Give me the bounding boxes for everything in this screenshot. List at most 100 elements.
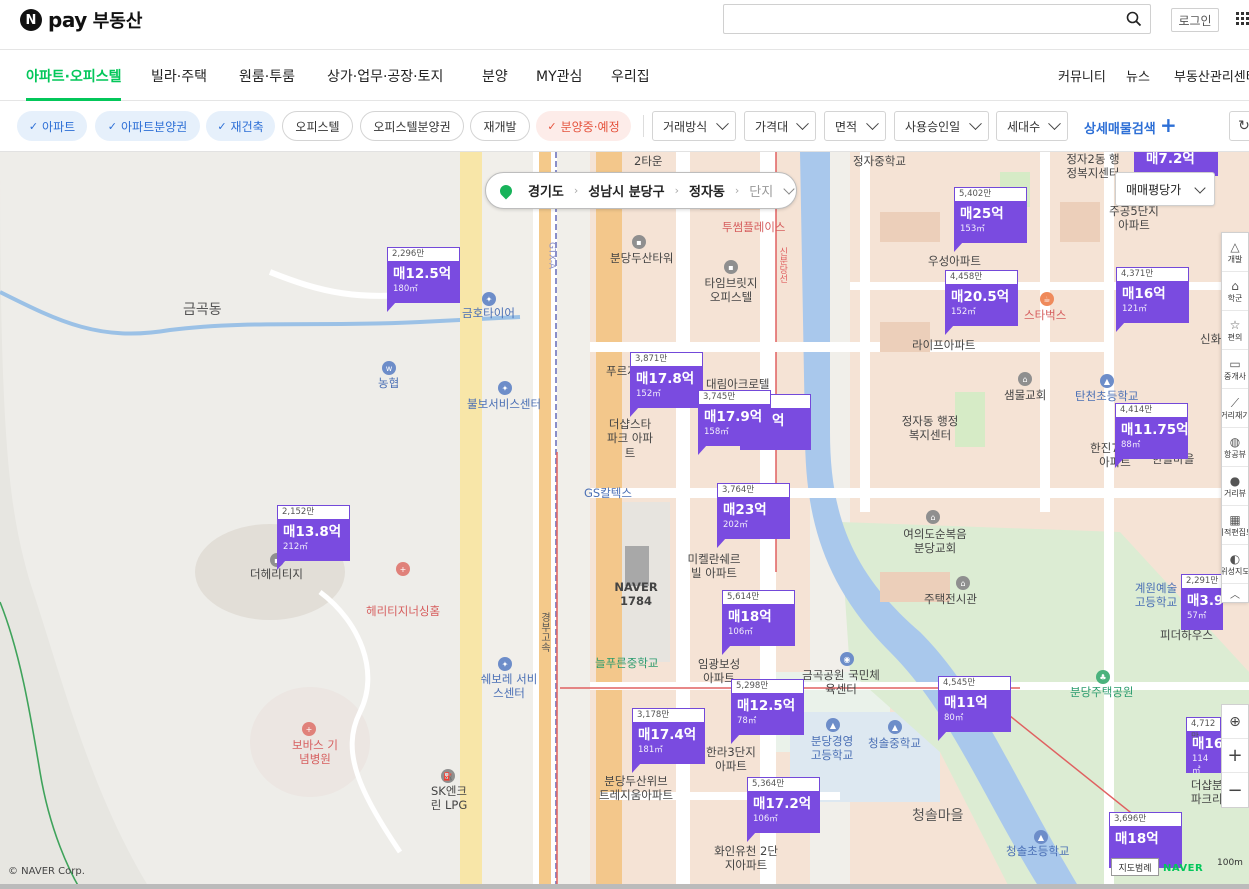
nav-oneroom-tworoom[interactable]: 원룸·투룸 bbox=[239, 66, 295, 86]
chip-presale-ongoing[interactable]: ✓ 분양중·예정 bbox=[536, 111, 631, 141]
price-marker[interactable]: 5,364만 매17.2억 106㎡ bbox=[747, 777, 820, 842]
place-label: 미켈란쉐르빌 아파트 bbox=[687, 552, 741, 581]
horizontal-scrollbar[interactable] bbox=[0, 884, 1249, 889]
price-marker[interactable]: 5,614만 매18억 106㎡ bbox=[722, 590, 795, 655]
search-input[interactable] bbox=[724, 5, 1114, 33]
price-marker[interactable]: 3,871만 매17.8억 152㎡ bbox=[630, 352, 703, 417]
breadcrumb-dong[interactable]: 정자동 bbox=[679, 181, 735, 200]
nav-apartment-officetel[interactable]: 아파트·오피스텔 bbox=[26, 66, 121, 86]
nav-news[interactable]: 뉴스 bbox=[1126, 66, 1150, 85]
nav-my-home[interactable]: 우리집 bbox=[611, 66, 650, 86]
price-marker[interactable]: 4,458만 매20.5억 152㎡ bbox=[945, 270, 1018, 335]
price-marker[interactable]: 4,545만 매11억 80㎡ bbox=[938, 676, 1011, 741]
nav-community[interactable]: 커뮤니티 bbox=[1058, 66, 1106, 85]
marker-unit-price: 4,712만 bbox=[1186, 717, 1221, 742]
price-marker[interactable]: 5,298만 매12.5억 78㎡ bbox=[731, 679, 804, 744]
price-marker[interactable]: 4,712만 매16.25억 114㎡ bbox=[1186, 717, 1221, 773]
wrench-icon[interactable]: ✦ bbox=[498, 657, 512, 671]
chevron-down-icon[interactable] bbox=[783, 182, 795, 195]
chip-apartment[interactable]: ✓ 아파트 bbox=[17, 111, 87, 141]
tool-cadastral[interactable]: ▦지적편집도 bbox=[1222, 506, 1248, 545]
hospital-icon[interactable]: + bbox=[302, 722, 316, 736]
breadcrumb-complex[interactable]: 단지 bbox=[739, 181, 783, 200]
price-marker[interactable]: 3,764만 매23억 202㎡ bbox=[717, 483, 790, 548]
dropdown-household-count[interactable]: 세대수 bbox=[996, 111, 1068, 141]
park-icon[interactable]: ♣ bbox=[1096, 670, 1110, 684]
church-icon[interactable]: ⌂ bbox=[926, 510, 940, 524]
church-icon[interactable]: ⌂ bbox=[1018, 372, 1032, 386]
building-icon[interactable]: ⌂ bbox=[956, 576, 970, 590]
price-marker[interactable]: 4,371만 매16억 121㎡ bbox=[1116, 267, 1189, 332]
tool-convenience[interactable]: ☆ 편의 bbox=[1222, 311, 1248, 350]
main-nav: 아파트·오피스텔 빌라·주택 원룸·투룸 상가·업무·공장·토지 분양 MY관심… bbox=[0, 50, 1249, 101]
map-legend-button[interactable]: 지도범례 bbox=[1111, 858, 1159, 876]
place-label: SK엔크린 LPG bbox=[430, 784, 468, 813]
school-icon[interactable]: ▲ bbox=[888, 720, 902, 734]
tool-distance[interactable]: ⟋거리재기 bbox=[1222, 389, 1248, 428]
nav-presale[interactable]: 분양 bbox=[482, 66, 508, 86]
location-breadcrumb[interactable]: 경기도 › 성남시 분당구 › 정자동 › 단지 bbox=[485, 172, 797, 209]
tool-development[interactable]: △ 개발 bbox=[1222, 233, 1248, 272]
chip-reconstruction[interactable]: ✓ 재건축 bbox=[206, 111, 275, 141]
price-marker[interactable]: 5,402만 매25억 153㎡ bbox=[954, 187, 1027, 252]
marker-tail bbox=[630, 407, 639, 417]
tool-aerial-view[interactable]: ◍ 항공뷰 bbox=[1222, 428, 1248, 467]
price-marker[interactable]: 4,414만 매11.75억 88㎡ bbox=[1115, 403, 1189, 468]
school-icon[interactable]: ▲ bbox=[1034, 830, 1048, 844]
tool-satellite[interactable]: ◐위성지도 bbox=[1222, 545, 1248, 584]
wrench-icon[interactable]: ✦ bbox=[498, 381, 512, 395]
chip-redevelopment[interactable]: 재개발 bbox=[470, 111, 530, 141]
login-button[interactable]: 로그인 bbox=[1171, 8, 1219, 32]
tool-agent[interactable]: ▭ 중개사 bbox=[1222, 350, 1248, 389]
bank-icon[interactable]: w bbox=[382, 361, 396, 375]
price-marker[interactable]: 2,291만 매3.9억 57㎡ bbox=[1181, 574, 1223, 630]
dropdown-area[interactable]: 면적 bbox=[824, 111, 886, 141]
hospital-icon[interactable]: + bbox=[396, 562, 410, 576]
school-icon[interactable]: ▲ bbox=[1100, 374, 1114, 388]
marker-unit-price: 2,296만 bbox=[387, 247, 460, 261]
dropdown-trade-type[interactable]: 거래방식 bbox=[652, 111, 736, 141]
refresh-icon[interactable]: ↻ bbox=[1229, 111, 1249, 141]
nav-commercial-land[interactable]: 상가·업무·공장·토지 bbox=[327, 66, 443, 86]
search-box[interactable] bbox=[723, 4, 1151, 34]
office-icon[interactable]: ▪ bbox=[724, 260, 738, 274]
school-icon[interactable]: ▲ bbox=[826, 718, 840, 732]
gym-icon[interactable]: ◉ bbox=[840, 652, 854, 666]
breadcrumb-province[interactable]: 경기도 bbox=[518, 181, 574, 200]
price-marker[interactable]: 2,152만 매13.8억 212㎡ bbox=[277, 505, 350, 570]
naver-pay-realestate-logo[interactable]: N pay 부동산 bbox=[20, 7, 142, 33]
chip-apartment-presale-right[interactable]: ✓ 아파트분양권 bbox=[95, 111, 200, 141]
marker-price: 매23억 bbox=[723, 502, 767, 518]
chip-officetel[interactable]: 오피스텔 bbox=[282, 111, 353, 141]
dropdown-approval-date[interactable]: 사용승인일 bbox=[894, 111, 989, 141]
marker-unit-price: 2,291만 bbox=[1181, 574, 1223, 588]
search-icon[interactable] bbox=[1126, 11, 1142, 27]
nav-villa-house[interactable]: 빌라·주택 bbox=[151, 66, 207, 86]
price-marker[interactable]: 2,296만 매12.5억 180㎡ bbox=[387, 247, 460, 312]
wrench-icon[interactable]: ✦ bbox=[482, 292, 496, 306]
marker-area: 106㎡ bbox=[728, 627, 753, 637]
tool-school-district[interactable]: ⌂ 학군 bbox=[1222, 272, 1248, 311]
price-marker[interactable]: 3,178만 매17.4억 181㎡ bbox=[632, 708, 705, 773]
nav-management-center[interactable]: 부동산관리센터 bbox=[1174, 66, 1249, 85]
breadcrumb-city[interactable]: 성남시 분당구 bbox=[578, 181, 674, 200]
apps-grid-icon[interactable] bbox=[1236, 12, 1249, 25]
chevron-up-icon[interactable]: ︿ bbox=[1222, 584, 1248, 602]
detail-search-link[interactable]: 상세매물검색 bbox=[1084, 118, 1156, 137]
place-label: 신분당선 bbox=[777, 247, 788, 283]
plus-icon[interactable]: + bbox=[1160, 113, 1177, 137]
dropdown-price-range[interactable]: 가격대 bbox=[744, 111, 816, 141]
zoom-out-button[interactable]: − bbox=[1222, 773, 1248, 807]
cafe-icon[interactable]: ☕ bbox=[1040, 292, 1054, 306]
place-label: 청솔중학교 bbox=[868, 736, 921, 750]
chip-officetel-presale-right[interactable]: 오피스텔분양권 bbox=[360, 111, 464, 141]
zoom-in-button[interactable]: + bbox=[1222, 739, 1248, 773]
price-marker[interactable]: 3,745만 매17.9억 158㎡ bbox=[698, 390, 771, 455]
map-canvas[interactable]: 금곡동 금호타이어 ✦ w 농협 ✦ 불보서비스센터 ▪ 더헤리티지 + 헤리티… bbox=[0, 152, 1249, 889]
current-location-icon[interactable]: ⊕ bbox=[1222, 705, 1248, 739]
price-type-dropdown[interactable]: 매매평당가 bbox=[1115, 172, 1215, 206]
gas-station-icon[interactable]: ⛽ bbox=[441, 769, 455, 783]
office-icon[interactable]: ▪ bbox=[632, 235, 646, 249]
tool-street-view[interactable]: ● 거리뷰 bbox=[1222, 467, 1248, 506]
nav-my-interest[interactable]: MY관심 bbox=[536, 66, 582, 86]
